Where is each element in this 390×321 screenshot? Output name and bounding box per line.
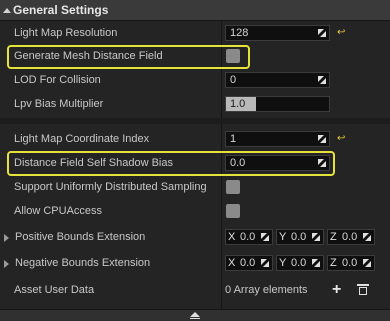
- property-label: Negative Bounds Extension: [15, 257, 151, 269]
- axis-label: Z: [330, 231, 337, 243]
- spin-icon: [363, 233, 371, 241]
- collapse-arrow-icon[interactable]: [3, 7, 11, 13]
- light-map-resolution-input[interactable]: 128: [225, 25, 330, 41]
- property-label: Light Map Coordinate Index: [14, 133, 150, 145]
- light-map-coordinate-index-input[interactable]: 1: [225, 131, 330, 147]
- field-value: 0.0: [291, 257, 307, 269]
- details-panel: General Settings Light Map Resolution 12…: [0, 0, 390, 321]
- field-value: 0.0: [342, 231, 358, 243]
- property-label: Light Map Resolution: [14, 27, 118, 39]
- negative-bounds-y-input[interactable]: Y 0.0: [276, 255, 324, 271]
- field-value: 128: [230, 27, 249, 39]
- collapse-bar: [190, 318, 200, 319]
- axis-label: X: [228, 231, 236, 243]
- spin-icon: [363, 259, 371, 267]
- array-count: 0 Array elements: [225, 284, 308, 296]
- property-label: Asset User Data: [14, 284, 95, 296]
- positive-bounds-y-input[interactable]: Y 0.0: [276, 229, 324, 245]
- spin-icon: [261, 259, 269, 267]
- positive-bounds-x-input[interactable]: X 0.0: [225, 229, 273, 245]
- highlight-box: [7, 151, 335, 176]
- lpv-bias-multiplier-slider[interactable]: 1.0: [225, 96, 330, 112]
- collapse-footer[interactable]: [0, 309, 390, 321]
- spin-icon: [318, 29, 326, 37]
- category-separator: [0, 118, 390, 124]
- spin-icon: [318, 135, 326, 143]
- section-title: General Settings: [13, 3, 109, 17]
- row-light-map-coordinate-index: Light Map Coordinate Index 1 ↩: [0, 128, 390, 151]
- field-value: 0.0: [240, 257, 256, 269]
- field-value: 1: [230, 133, 237, 145]
- axis-label: Z: [330, 257, 337, 269]
- row-support-uniformly-distributed-sampling: Support Uniformly Distributed Sampling: [0, 176, 390, 199]
- spin-icon: [312, 233, 320, 241]
- row-positive-bounds-extension: Positive Bounds Extension X 0.0 Y 0.0 Z …: [0, 226, 390, 249]
- collapse-up-icon[interactable]: [190, 312, 200, 317]
- allow-cpu-access-checkbox[interactable]: [226, 204, 240, 218]
- expand-arrow-icon[interactable]: [4, 260, 9, 268]
- section-header[interactable]: General Settings: [0, 0, 390, 21]
- row-allow-cpu-access: Allow CPUAccess: [0, 200, 390, 223]
- reset-to-default-icon[interactable]: ↩: [337, 28, 345, 38]
- property-label: Positive Bounds Extension: [15, 231, 146, 243]
- spin-icon: [318, 76, 326, 84]
- row-light-map-resolution: Light Map Resolution 128 ↩: [0, 22, 390, 45]
- field-value: 0.0: [342, 257, 358, 269]
- row-lpv-bias-multiplier: Lpv Bias Multiplier 1.0: [0, 93, 390, 116]
- positive-bounds-z-input[interactable]: Z 0.0: [327, 229, 375, 245]
- negative-bounds-x-input[interactable]: X 0.0: [225, 255, 273, 271]
- negative-bounds-z-input[interactable]: Z 0.0: [327, 255, 375, 271]
- trash-icon[interactable]: [357, 284, 369, 295]
- support-uniformly-distributed-sampling-checkbox[interactable]: [226, 180, 240, 194]
- axis-label: Y: [279, 257, 287, 269]
- field-value: 0.0: [291, 231, 307, 243]
- expand-arrow-icon[interactable]: [4, 234, 9, 242]
- spin-icon: [312, 259, 320, 267]
- field-value: 0: [230, 74, 237, 86]
- highlight-box: [7, 45, 250, 69]
- property-label: Allow CPUAccess: [14, 205, 103, 217]
- row-lod-for-collision: LOD For Collision 0: [0, 69, 390, 92]
- slider-value: 1.0: [230, 98, 246, 110]
- row-asset-user-data: Asset User Data 0 Array elements +: [0, 279, 390, 302]
- row-negative-bounds-extension: Negative Bounds Extension X 0.0 Y 0.0 Z …: [0, 252, 390, 275]
- lod-for-collision-input[interactable]: 0: [225, 72, 330, 88]
- field-value: 0.0: [240, 231, 256, 243]
- property-label: Lpv Bias Multiplier: [14, 98, 104, 110]
- property-label: LOD For Collision: [14, 74, 101, 86]
- reset-to-default-icon[interactable]: ↩: [337, 134, 345, 144]
- property-label: Support Uniformly Distributed Sampling: [14, 181, 207, 193]
- spin-icon: [261, 233, 269, 241]
- axis-label: Y: [279, 231, 287, 243]
- plus-icon[interactable]: +: [332, 282, 341, 298]
- axis-label: X: [228, 257, 236, 269]
